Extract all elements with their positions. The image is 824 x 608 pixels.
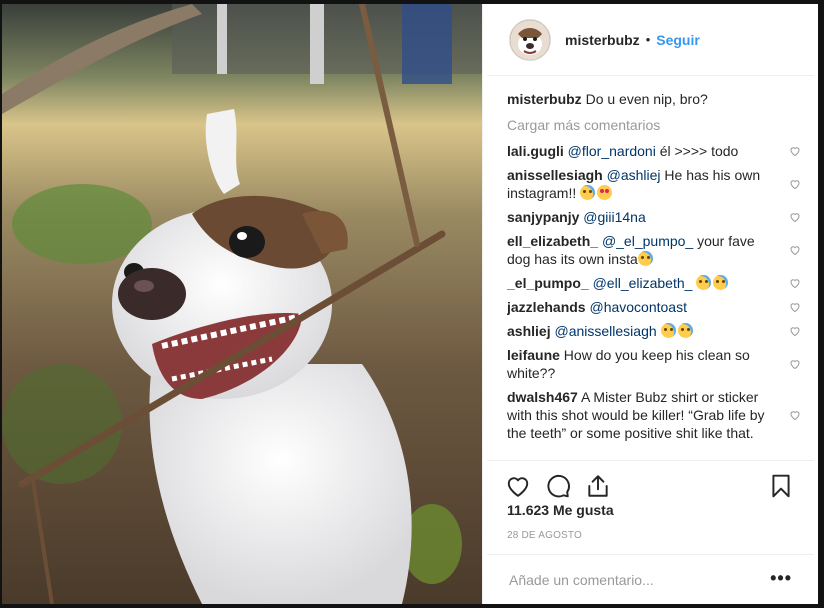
comment-mention[interactable]: @giii14na	[583, 209, 645, 225]
tears-of-joy-emoji-icon	[660, 323, 676, 338]
comment-like-heart-icon[interactable]	[789, 409, 801, 421]
comment-like-heart-icon[interactable]	[789, 325, 801, 337]
share-icon[interactable]	[585, 473, 611, 499]
comment-item: dwalsh467 A Mister Bubz shirt or sticker…	[507, 388, 803, 442]
tears-of-joy-emoji-icon	[696, 275, 712, 290]
likes-count[interactable]: 11.623 Me gusta	[507, 502, 614, 518]
comment-like-heart-icon[interactable]	[789, 211, 801, 223]
comment-username[interactable]: dwalsh467	[507, 389, 578, 405]
caption-username[interactable]: misterbubz	[507, 91, 582, 107]
follow-button[interactable]: Seguir	[656, 32, 700, 48]
comment-mention[interactable]: @_el_pumpo_	[602, 233, 693, 249]
comment-username[interactable]: lali.gugli	[507, 143, 564, 159]
comment-username[interactable]: anissellesiagh	[507, 167, 603, 183]
comment-input[interactable]	[507, 569, 751, 591]
comment-item: jazzlehands @havocontoast	[507, 298, 803, 316]
tears-of-joy-emoji-icon	[637, 251, 653, 266]
dog-photo-illustration	[2, 4, 482, 604]
comment-username[interactable]: ashliej	[507, 323, 551, 339]
avatar[interactable]	[509, 18, 551, 61]
comment-username[interactable]: leifaune	[507, 347, 560, 363]
post-header: misterbubz • Seguir	[487, 4, 814, 76]
load-more-comments-button[interactable]: Cargar más comentarios	[507, 116, 803, 134]
comment-mention[interactable]: @ell_elizabeth_	[593, 275, 693, 291]
comment-text	[657, 323, 661, 339]
comment-username[interactable]: sanjypanjy	[507, 209, 579, 225]
comment-mention[interactable]: @havocontoast	[589, 299, 687, 315]
comment-item: ashliej @anissellesiagh	[507, 322, 803, 340]
comment-item: leifaune How do you keep his clean so wh…	[507, 346, 803, 382]
comment-username[interactable]: jazzlehands	[507, 299, 586, 315]
comment-item: sanjypanjy @giii14na	[507, 208, 803, 226]
comment-item: _el_pumpo_ @ell_elizabeth_	[507, 274, 803, 292]
comment-like-heart-icon[interactable]	[789, 277, 801, 289]
comment-like-heart-icon[interactable]	[789, 244, 801, 256]
add-comment-bar: •••	[487, 554, 814, 605]
post-photo[interactable]	[2, 4, 482, 604]
tears-of-joy-emoji-icon	[713, 275, 729, 290]
post-username[interactable]: misterbubz	[565, 32, 640, 48]
post-date[interactable]: 28 DE AGOSTO	[507, 530, 582, 541]
caption: misterbubz Do u even nip, bro?	[507, 90, 803, 108]
bookmark-icon[interactable]	[768, 473, 794, 499]
comment-item: anissellesiagh @ashliej He has his own i…	[507, 166, 803, 202]
comment-text: él >>>> todo	[655, 143, 739, 159]
tears-of-joy-emoji-icon	[580, 185, 596, 200]
comment-like-heart-icon[interactable]	[789, 178, 801, 190]
more-options-button[interactable]: •••	[770, 569, 792, 587]
comment-mention[interactable]: @anissellesiagh	[554, 323, 656, 339]
header-separator: •	[645, 32, 651, 47]
comments-list[interactable]: misterbubz Do u even nip, bro? Cargar má…	[507, 90, 803, 460]
heart-eyes-emoji-icon	[597, 185, 613, 200]
comment-like-heart-icon[interactable]	[789, 145, 801, 157]
comment-item: lali.gugli @flor_nardoni él >>>> todo	[507, 142, 803, 160]
post-modal: misterbubz • Seguir misterbubz Do u even…	[2, 4, 818, 604]
caption-text: Do u even nip, bro?	[585, 91, 708, 107]
avatar-dog-icon	[510, 19, 550, 60]
comment-mention[interactable]: @ashliej	[607, 167, 661, 183]
comment-username[interactable]: ell_elizabeth_	[507, 233, 598, 249]
comment-username[interactable]: _el_pumpo_	[507, 275, 589, 291]
comment-item: ell_elizabeth_ @_el_pumpo_ your fave dog…	[507, 232, 803, 268]
post-details-panel: misterbubz • Seguir misterbubz Do u even…	[482, 4, 818, 604]
comment-icon[interactable]	[545, 473, 571, 499]
heart-icon[interactable]	[505, 473, 531, 499]
comment-like-heart-icon[interactable]	[789, 358, 801, 370]
tears-of-joy-emoji-icon	[677, 323, 693, 338]
comment-mention[interactable]: @flor_nardoni	[568, 143, 656, 159]
comment-like-heart-icon[interactable]	[789, 301, 801, 313]
